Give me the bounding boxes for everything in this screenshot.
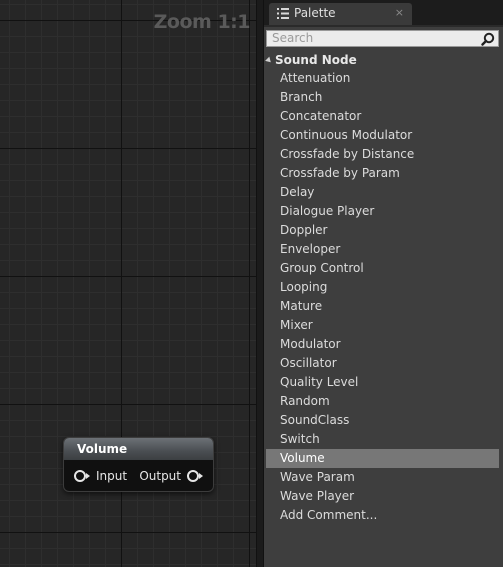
input-pin[interactable]: Input [74,468,127,484]
palette-item-switch[interactable]: Switch [266,430,499,449]
palette-item-enveloper[interactable]: Enveloper [266,240,499,259]
palette-item-wave-player[interactable]: Wave Player [266,487,499,506]
output-pin[interactable]: Output [139,468,203,484]
palette-item-list: Attenuation Branch Concatenator Continuous … [266,69,499,525]
search-placeholder: Search [272,31,314,45]
node-body: Input Output [64,460,213,491]
palette-item-attenuation[interactable]: Attenuation [266,69,499,88]
palette-item-modulator[interactable]: Modulator [266,335,499,354]
palette-item-quality-level[interactable]: Quality Level [266,373,499,392]
palette-item-branch[interactable]: Branch [266,88,499,107]
palette-item-random[interactable]: Random [266,392,499,411]
palette-content: Search Sound Node Attenuation Branch Conca… [264,25,503,567]
search-input[interactable]: Search [266,30,499,47]
pin-arrow-icon [199,473,203,479]
node-title: Volume [64,438,213,460]
palette-item-add-comment[interactable]: Add Comment... [266,506,499,525]
expand-arrow-icon[interactable] [265,56,273,65]
palette-item-wave-param[interactable]: Wave Param [266,468,499,487]
tab-palette[interactable]: Palette × [269,3,412,25]
search-icon[interactable] [481,32,495,46]
palette-item-concatenator[interactable]: Concatenator [266,107,499,126]
palette-item-continuous-modulator[interactable]: Continuous Modulator [266,126,499,145]
graph-canvas[interactable]: Zoom 1:1 Volume Input Output [0,0,256,567]
category-label: Sound Node [275,53,357,67]
palette-item-crossfade-by-param[interactable]: Crossfade by Param [266,164,499,183]
pin-circle-icon [74,470,86,482]
palette-item-crossfade-by-distance[interactable]: Crossfade by Distance [266,145,499,164]
palette-panel: Palette × Search Sound Node Attenuation B… [264,0,503,567]
output-pin-label: Output [139,469,181,483]
palette-item-delay[interactable]: Delay [266,183,499,202]
list-icon [277,8,289,19]
volume-node[interactable]: Volume Input Output [63,437,214,492]
pin-circle-icon [187,470,199,482]
category-sound-node[interactable]: Sound Node [265,51,357,69]
palette-item-mixer[interactable]: Mixer [266,316,499,335]
close-icon[interactable]: × [395,6,404,19]
palette-item-dialogue-player[interactable]: Dialogue Player [266,202,499,221]
tab-title: Palette [294,6,336,20]
palette-item-oscillator[interactable]: Oscillator [266,354,499,373]
input-pin-label: Input [96,469,128,483]
palette-item-mature[interactable]: Mature [266,297,499,316]
palette-item-soundclass[interactable]: SoundClass [266,411,499,430]
palette-item-doppler[interactable]: Doppler [266,221,499,240]
zoom-label: Zoom 1:1 [153,11,251,33]
palette-item-volume[interactable]: Volume [266,449,499,468]
pin-arrow-icon [86,473,90,479]
panel-splitter[interactable] [256,0,264,567]
palette-item-looping[interactable]: Looping [266,278,499,297]
palette-item-group-control[interactable]: Group Control [266,259,499,278]
